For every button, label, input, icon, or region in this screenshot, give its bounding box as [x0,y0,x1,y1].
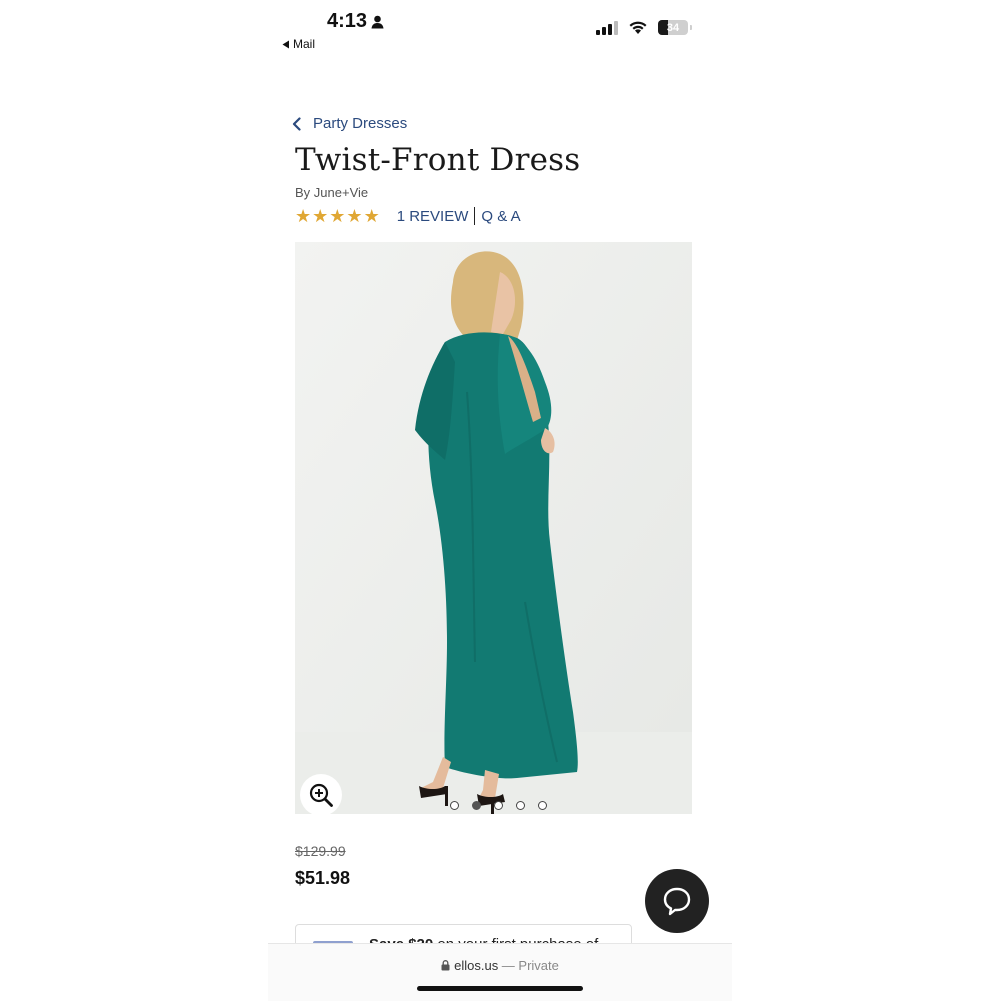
address-separator: — [498,958,519,973]
star-icon: ★ [329,206,346,226]
carousel-dot[interactable] [516,801,525,810]
star-rating: ★ ★ ★ ★ ★ [295,207,380,225]
battery-icon: 34 [658,20,692,35]
breadcrumb-label: Party Dresses [313,115,408,132]
product-title: Twist-Front Dress [295,142,581,178]
breadcrumb[interactable]: Party Dresses [292,115,407,132]
product-photo [295,242,692,814]
browsing-mode: Private [518,958,559,973]
zoom-button[interactable] [300,774,342,814]
status-time: 4:13 [327,10,384,33]
star-icon: ★ [295,206,312,226]
qa-link[interactable]: Q & A [481,208,520,225]
back-app-label: Mail [293,37,316,51]
status-time-text: 4:13 [327,10,368,32]
rating-row: ★ ★ ★ ★ ★ 1 REVIEW Q & A [295,207,521,225]
back-triangle-icon [282,40,289,48]
status-indicators: 34 [596,20,692,35]
star-icon: ★ [312,206,329,226]
original-price: $129.99 [295,843,346,859]
star-icon: ★ [346,206,363,226]
sale-price: $51.98 [295,868,351,888]
browser-address-bar[interactable]: ellos.us — Private [268,943,732,1001]
carousel-dot[interactable] [494,801,503,810]
address-domain: ellos.us [454,958,499,973]
chevron-left-icon [292,116,301,131]
product-brand: By June+Vie [295,185,369,200]
cellular-signal-icon [596,20,618,35]
carousel-dot[interactable] [538,801,547,810]
star-icon: ★ [363,206,380,226]
carousel-dot[interactable] [450,801,459,810]
carousel-dot-active[interactable] [472,801,481,810]
chat-button[interactable] [645,869,709,933]
wifi-icon [629,21,647,34]
review-link[interactable]: 1 REVIEW [397,208,469,225]
zoom-in-icon [309,783,333,807]
home-indicator[interactable] [417,986,583,991]
chat-bubble-icon [663,887,691,916]
product-image[interactable] [295,242,692,814]
lock-icon [441,960,450,971]
person-icon [371,15,384,28]
carousel-dots [450,801,547,810]
battery-percent: 34 [666,21,680,34]
link-divider [474,207,476,225]
address-text: ellos.us — Private [268,958,732,973]
back-to-mail[interactable]: Mail [282,37,315,51]
